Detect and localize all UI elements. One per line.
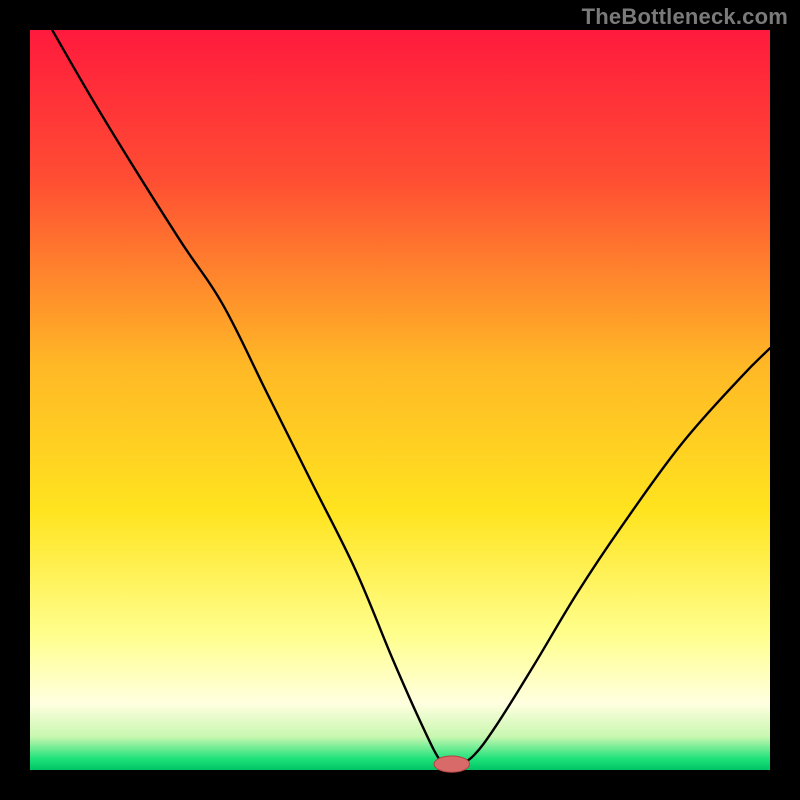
chart-frame: TheBottleneck.com [0,0,800,800]
chart-plot-area [30,30,770,770]
optimal-point-marker [434,756,470,772]
bottleneck-chart [0,0,800,800]
watermark-text: TheBottleneck.com [582,4,788,30]
